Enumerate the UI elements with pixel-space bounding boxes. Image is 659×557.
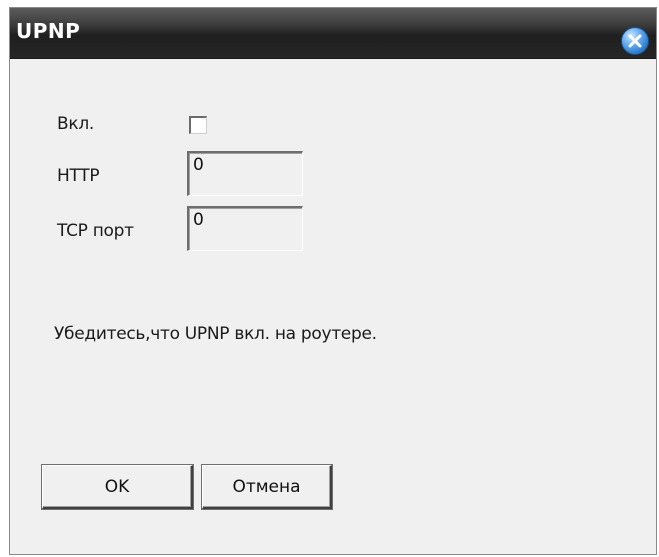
dialog-title: UPNP bbox=[16, 19, 81, 43]
enable-label: Вкл. bbox=[57, 114, 95, 134]
enable-checkbox[interactable] bbox=[189, 116, 207, 134]
http-port-field[interactable]: 0 bbox=[187, 151, 303, 196]
upnp-dialog: UPNP Вкл. HTTP 0 TCP порт 0 Убедитесь,чт… bbox=[9, 7, 657, 555]
tcp-port-label: TCP порт bbox=[57, 221, 134, 241]
title-bar[interactable]: UPNP bbox=[10, 8, 656, 59]
tcp-port-field[interactable]: 0 bbox=[187, 206, 303, 251]
close-icon bbox=[628, 34, 642, 48]
upnp-hint-text: Убедитесь,что UPNP вкл. на роутере. bbox=[54, 324, 377, 344]
cancel-button[interactable]: Отмена bbox=[202, 465, 332, 509]
ok-button[interactable]: OK bbox=[42, 465, 193, 509]
http-label: HTTP bbox=[57, 166, 100, 186]
close-button[interactable] bbox=[621, 27, 649, 55]
